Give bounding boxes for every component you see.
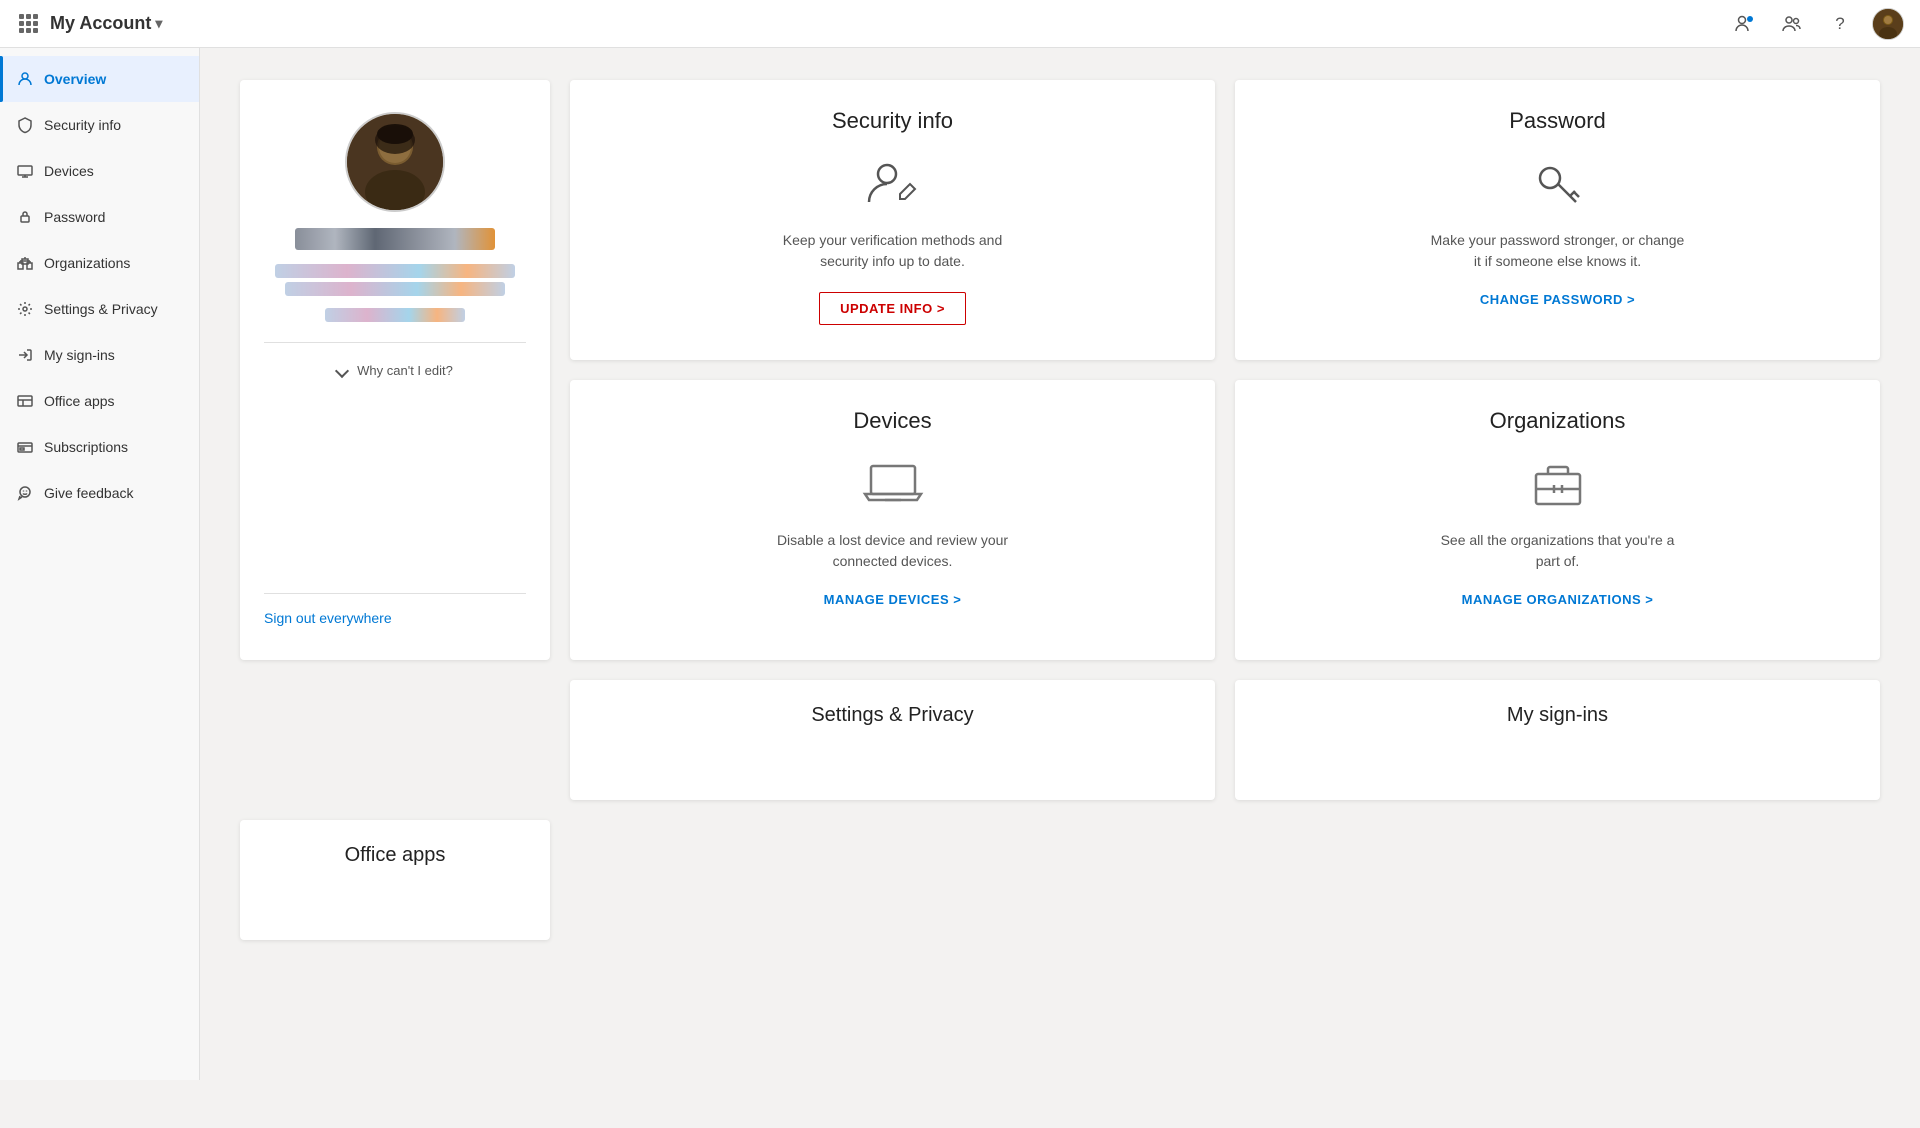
app-title[interactable]: My Account ▾ (50, 13, 162, 34)
organizations-card-title: Organizations (1490, 408, 1626, 434)
sidebar-item-give-feedback[interactable]: Give feedback (0, 470, 199, 516)
settings-privacy-icon (16, 300, 34, 318)
sidebar-item-devices[interactable]: Devices (0, 148, 199, 194)
sidebar-item-password-label: Password (44, 209, 105, 225)
office-apps-icon (16, 392, 34, 410)
give-feedback-icon (16, 484, 34, 502)
security-info-card-description: Keep your verification methods and secur… (763, 230, 1023, 272)
password-card-title: Password (1509, 108, 1606, 134)
profile-sign-out-section: Sign out everywhere (264, 593, 526, 628)
cards-grid: Why can't I edit? Sign out everywhere Se… (240, 80, 1880, 660)
sidebar-item-settings-privacy-label: Settings & Privacy (44, 301, 158, 317)
sidebar: Overview Security info Devices Password (0, 48, 200, 1080)
sidebar-item-security-info[interactable]: Security info (0, 102, 199, 148)
password-icon (16, 208, 34, 226)
sidebar-item-sign-ins-label: My sign-ins (44, 347, 115, 363)
profile-avatar (345, 112, 445, 212)
help-icon[interactable]: ? (1824, 8, 1856, 40)
sign-out-everywhere-link[interactable]: Sign out everywhere (264, 610, 392, 626)
profile-name-blurred (295, 228, 495, 250)
profile-divider (264, 342, 526, 343)
sidebar-item-give-feedback-label: Give feedback (44, 485, 134, 501)
subscriptions-icon (16, 438, 34, 456)
change-password-link[interactable]: CHANGE PASSWORD > (1480, 292, 1635, 307)
devices-card-title: Devices (853, 408, 931, 434)
organizations-card: Organizations See all the organizations … (1235, 380, 1880, 660)
avatar-image (1873, 9, 1903, 39)
security-info-icon (16, 116, 34, 134)
security-info-card-icon (863, 154, 923, 214)
manage-devices-link[interactable]: MANAGE DEVICES > (824, 592, 962, 607)
overview-icon (16, 70, 34, 88)
update-info-button[interactable]: UPDATE INFO > (819, 292, 966, 325)
settings-privacy-partial-title: Settings & Privacy (811, 704, 973, 727)
waffle-grid (19, 14, 38, 33)
settings-privacy-partial-card: Settings & Privacy (570, 680, 1215, 800)
password-card-icon (1528, 154, 1588, 214)
sidebar-item-overview-label: Overview (44, 71, 106, 87)
sidebar-item-settings-privacy[interactable]: Settings & Privacy (0, 286, 199, 332)
topnav: My Account ▾ ? (0, 0, 1920, 48)
security-info-card: Security info Keep your verification met… (570, 80, 1215, 360)
devices-card: Devices Disable a lost device and review… (570, 380, 1215, 660)
manage-organizations-link[interactable]: MANAGE ORGANIZATIONS > (1462, 592, 1654, 607)
user-avatar[interactable] (1872, 8, 1904, 40)
sidebar-item-organizations-label: Organizations (44, 255, 130, 271)
sidebar-item-password[interactable]: Password (0, 194, 199, 240)
security-info-card-title: Security info (832, 108, 953, 134)
sidebar-item-devices-label: Devices (44, 163, 94, 179)
organizations-card-description: See all the organizations that you're a … (1428, 530, 1688, 572)
my-sign-ins-partial-card: My sign-ins (1235, 680, 1880, 800)
waffle-menu-icon[interactable] (16, 12, 40, 36)
profile-email-blurred (275, 260, 515, 300)
devices-card-description: Disable a lost device and review your co… (763, 530, 1023, 572)
bottom-cards-row: Settings & Privacy My sign-ins Office ap… (240, 680, 1880, 940)
devices-icon (16, 162, 34, 180)
office-apps-partial-title: Office apps (345, 844, 446, 867)
organizations-card-icon (1528, 454, 1588, 514)
organizations-icon (16, 254, 34, 272)
sidebar-item-overview[interactable]: Overview (0, 56, 199, 102)
main-content: Why can't I edit? Sign out everywhere Se… (200, 48, 1920, 1080)
sidebar-item-organizations[interactable]: Organizations (0, 240, 199, 286)
my-sign-ins-partial-title: My sign-ins (1507, 704, 1608, 727)
why-cant-edit-button[interactable]: Why can't I edit? (337, 363, 453, 378)
people-icon[interactable] (1776, 8, 1808, 40)
chevron-down-icon: ▾ (155, 15, 162, 32)
my-sign-ins-icon (16, 346, 34, 364)
sidebar-item-office-apps[interactable]: Office apps (0, 378, 199, 424)
chevron-down-icon (335, 363, 349, 377)
why-cant-edit-label: Why can't I edit? (357, 363, 453, 378)
devices-card-icon (863, 454, 923, 514)
sidebar-item-office-apps-label: Office apps (44, 393, 115, 409)
profile-extra-blurred (325, 304, 465, 326)
notification-icon[interactable] (1728, 8, 1760, 40)
password-card: Password Make your password stronger, or… (1235, 80, 1880, 360)
profile-card: Why can't I edit? Sign out everywhere (240, 80, 550, 660)
password-card-description: Make your password stronger, or change i… (1428, 230, 1688, 272)
sidebar-item-subscriptions-label: Subscriptions (44, 439, 128, 455)
sidebar-item-my-sign-ins[interactable]: My sign-ins (0, 332, 199, 378)
office-apps-partial-card: Office apps (240, 820, 550, 940)
topnav-left: My Account ▾ (16, 12, 162, 36)
topnav-right: ? (1728, 8, 1904, 40)
sidebar-item-security-info-label: Security info (44, 117, 121, 133)
sidebar-item-subscriptions[interactable]: Subscriptions (0, 424, 199, 470)
